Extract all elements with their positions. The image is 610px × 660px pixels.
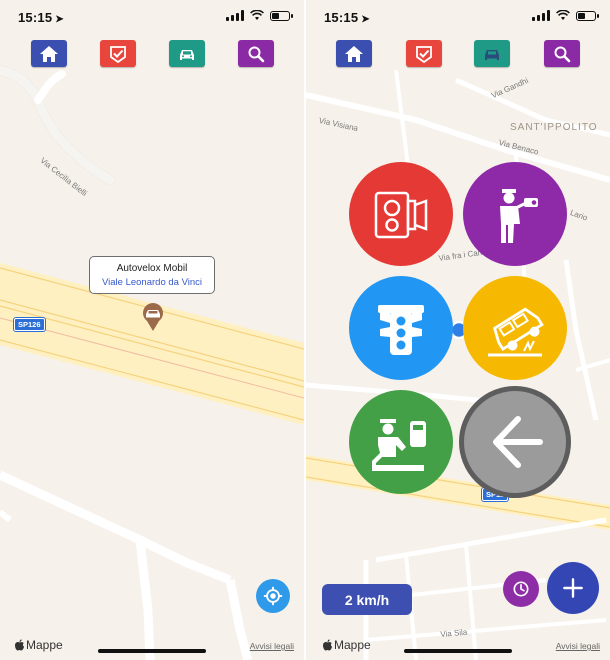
search-button[interactable] xyxy=(544,40,580,67)
home-indicator[interactable] xyxy=(404,649,512,653)
back-button[interactable] xyxy=(459,386,571,498)
plus-icon xyxy=(563,578,583,598)
fixed-camera-button[interactable] xyxy=(349,162,453,266)
screenshot-root: Via Cecilia Bielli SP126 15:15 ➤ Autovel… xyxy=(0,0,610,660)
speed-camera-icon xyxy=(374,191,428,239)
traffic-light-icon xyxy=(378,305,424,355)
status-time: 15:15 ➤ xyxy=(324,10,370,25)
home-icon xyxy=(345,45,363,62)
history-button[interactable] xyxy=(503,571,539,607)
status-time: 15:15 ➤ xyxy=(18,10,64,25)
right-screen: SANT'IPPOLITO Via Gandhi Via Visiana Via… xyxy=(306,0,610,660)
home-button[interactable] xyxy=(336,40,372,67)
signal-icon xyxy=(532,10,550,21)
back-arrow-icon xyxy=(493,416,543,468)
camera-map-pin[interactable] xyxy=(140,300,166,332)
car-icon xyxy=(180,49,194,60)
maps-attribution: Mappe xyxy=(322,638,371,652)
callout-address[interactable]: Viale Leonardo da Vinci xyxy=(90,277,214,288)
wifi-icon xyxy=(556,10,570,20)
add-report-button[interactable] xyxy=(547,562,599,614)
search-button[interactable] xyxy=(238,40,274,67)
police-radar-button[interactable] xyxy=(463,162,567,266)
search-icon xyxy=(554,46,571,62)
signal-icon xyxy=(226,10,244,21)
locate-button[interactable] xyxy=(256,579,290,613)
vehicle-button[interactable] xyxy=(169,40,205,67)
apple-logo-icon xyxy=(15,639,24,651)
apple-logo-icon xyxy=(323,639,332,651)
clock-icon xyxy=(513,581,529,597)
checkmark-icon xyxy=(416,45,432,63)
left-screen: Via Cecilia Bielli SP126 15:15 ➤ Autovel… xyxy=(0,0,304,660)
legal-link[interactable]: Avvisi legali xyxy=(250,641,294,651)
accident-button[interactable] xyxy=(463,276,567,380)
home-indicator[interactable] xyxy=(98,649,206,653)
legal-link[interactable]: Avvisi legali xyxy=(556,641,600,651)
locate-icon xyxy=(263,586,283,606)
checkmark-icon xyxy=(110,45,126,63)
police-checkpoint-button[interactable] xyxy=(349,390,453,494)
callout-title: Autovelox Mobil xyxy=(116,263,188,274)
system-indicators xyxy=(532,10,599,21)
battery-icon xyxy=(576,10,599,21)
report-button[interactable] xyxy=(406,40,442,67)
car-icon xyxy=(485,49,499,60)
top-toolbar xyxy=(0,40,304,68)
wifi-icon xyxy=(250,10,264,20)
status-bar: 15:15 ➤ xyxy=(0,0,304,34)
road-shield: SP126 xyxy=(14,318,45,331)
location-arrow-icon: ➤ xyxy=(361,14,370,25)
vehicle-button[interactable] xyxy=(474,40,510,67)
maps-attribution: Mappe xyxy=(14,638,63,652)
area-label: SANT'IPPOLITO xyxy=(510,122,598,133)
police-checkpoint-icon xyxy=(372,419,426,471)
system-indicators xyxy=(226,10,293,21)
report-button[interactable] xyxy=(100,40,136,67)
police-radar-icon xyxy=(500,189,538,243)
home-icon xyxy=(40,45,58,62)
search-icon xyxy=(248,46,265,62)
car-accident-icon xyxy=(488,307,544,357)
traffic-light-button[interactable] xyxy=(349,276,453,380)
location-arrow-icon: ➤ xyxy=(55,14,64,25)
battery-icon xyxy=(270,10,293,21)
status-bar: 15:15 ➤ xyxy=(306,0,610,34)
poi-callout[interactable]: Autovelox Mobil Viale Leonardo da Vinci xyxy=(89,256,215,294)
speed-indicator: 2 km/h xyxy=(322,584,412,615)
home-button[interactable] xyxy=(31,40,67,67)
top-toolbar xyxy=(306,40,610,68)
